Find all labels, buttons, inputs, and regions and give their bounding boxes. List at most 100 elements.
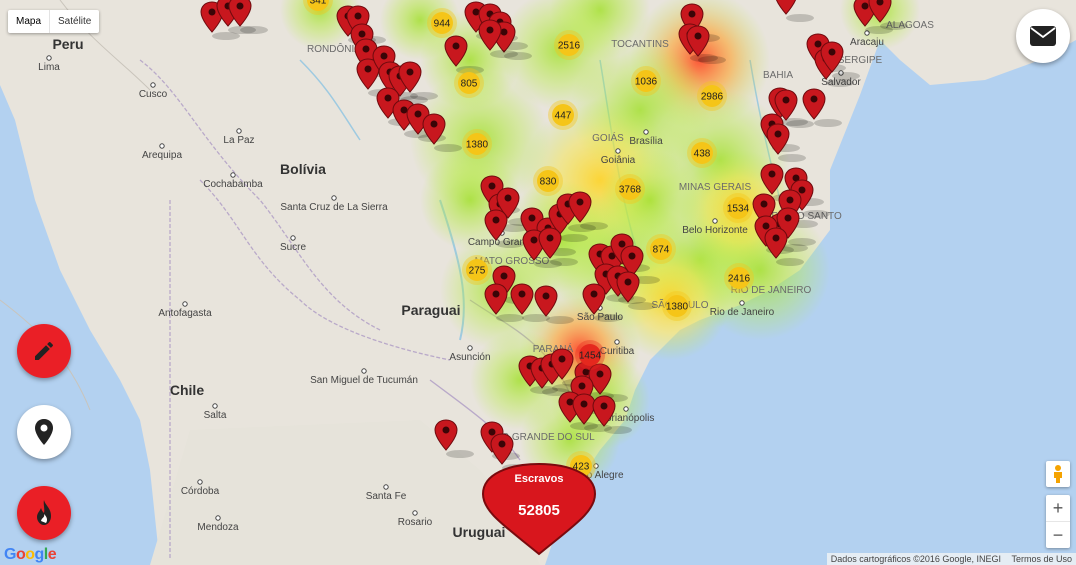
total-title: Escravos <box>514 473 564 485</box>
city-dot <box>712 218 718 224</box>
cluster-marker[interactable]: 874 <box>646 234 676 264</box>
edit-button[interactable] <box>17 324 71 378</box>
city-dot <box>331 195 337 201</box>
cluster-count: 830 <box>540 177 557 188</box>
cluster-count: 2986 <box>701 92 724 103</box>
city-label: Brasília <box>629 136 663 147</box>
country-label: Paraguai <box>401 302 460 318</box>
country-label: Bolívia <box>280 161 326 177</box>
map-type-map-button[interactable]: Mapa <box>8 10 49 33</box>
fire-button[interactable] <box>17 486 71 540</box>
street-view-pegman[interactable] <box>1046 461 1070 487</box>
city-label: Santa Cruz de La Sierra <box>280 202 388 213</box>
map-type-satellite-button[interactable]: Satélite <box>49 10 99 33</box>
city-dot <box>383 484 389 490</box>
total-badge[interactable]: Escravos 52805 <box>481 462 597 557</box>
state-label: RONDÔNIA <box>307 42 361 55</box>
city-dot <box>182 301 188 307</box>
city-dot <box>614 339 620 345</box>
city-label: Sucre <box>280 242 307 253</box>
city-dot <box>739 300 745 306</box>
location-button[interactable] <box>17 405 71 459</box>
cluster-count: 341 <box>310 0 327 7</box>
city-dot <box>643 129 649 135</box>
cluster-marker[interactable]: 1534 <box>723 193 753 223</box>
city-dot <box>236 128 242 134</box>
total-value: 52805 <box>518 502 560 519</box>
state-label: MINAS GERAIS <box>679 182 752 193</box>
terms-link[interactable]: Termos de Uso <box>1011 554 1072 564</box>
city-dot <box>615 148 621 154</box>
map-pin-icon <box>35 419 53 445</box>
cluster-count: 1534 <box>727 204 750 215</box>
city-label: Antofagasta <box>158 308 212 319</box>
city-dot <box>230 172 236 178</box>
cluster-count: 447 <box>555 111 572 122</box>
cluster-marker[interactable]: 1380 <box>662 291 692 321</box>
city-dot <box>467 345 473 351</box>
city-label: Goiânia <box>601 155 636 166</box>
zoom-in-button[interactable]: + <box>1046 495 1070 521</box>
city-label: Santa Fe <box>366 491 407 502</box>
cluster-marker[interactable]: 2416 <box>724 263 754 293</box>
city-dot <box>46 55 52 61</box>
cluster-count: 1380 <box>666 302 689 313</box>
cluster-count: 1380 <box>466 140 489 151</box>
cluster-marker[interactable]: 830 <box>533 166 563 196</box>
zoom-control: + − <box>1046 495 1070 548</box>
city-label: Salta <box>204 410 227 421</box>
city-dot <box>150 82 156 88</box>
city-label: Cochabamba <box>203 179 263 190</box>
cluster-marker[interactable]: 1380 <box>462 129 492 159</box>
google-logo[interactable]: Google <box>4 546 57 564</box>
city-label: La Paz <box>223 135 254 146</box>
cluster-count: 3768 <box>619 185 642 196</box>
cluster-marker[interactable]: 3768 <box>615 174 645 204</box>
cluster-marker[interactable]: 438 <box>687 138 717 168</box>
city-label: Cusco <box>139 89 168 100</box>
city-label: Rosario <box>398 517 433 528</box>
city-label: Mendoza <box>197 522 239 533</box>
cluster-count: 438 <box>694 149 711 160</box>
city-label: Curitiba <box>600 346 635 357</box>
cluster-marker[interactable]: 1454 <box>575 340 605 370</box>
flame-icon <box>37 500 51 525</box>
state-label: TOCANTINS <box>611 39 669 50</box>
city-label: Rio de Janeiro <box>710 307 775 318</box>
city-dot <box>212 403 218 409</box>
attribution: Dados cartográficos ©2016 Google, INEGI … <box>826 553 1076 565</box>
cluster-marker[interactable]: 805 <box>454 68 484 98</box>
city-dot <box>361 368 367 374</box>
cluster-count: 2416 <box>728 274 751 285</box>
state-label: BAHIA <box>763 70 793 81</box>
map-data-credit: Dados cartográficos ©2016 Google, INEGI <box>830 554 1001 564</box>
map-type-control: Mapa Satélite <box>8 10 100 33</box>
cluster-marker[interactable]: 2516 <box>554 30 584 60</box>
pegman-icon <box>1054 465 1062 483</box>
cluster-count: 1036 <box>635 77 658 88</box>
cluster-marker[interactable]: 2986 <box>697 81 727 111</box>
mail-button[interactable] <box>1016 9 1070 63</box>
city-label: San Miguel de Tucumán <box>310 375 418 386</box>
mail-icon <box>1030 26 1056 46</box>
cluster-marker[interactable]: 944 <box>427 8 457 38</box>
city-dot <box>412 510 418 516</box>
city-label: Lima <box>38 62 60 73</box>
country-label: Peru <box>52 36 83 52</box>
cluster-marker[interactable]: 1036 <box>631 66 661 96</box>
cluster-marker[interactable]: 275 <box>462 255 492 285</box>
city-label: Asunción <box>449 352 490 363</box>
cluster-count: 275 <box>469 266 486 277</box>
cluster-count: 1454 <box>579 351 602 362</box>
country-label: Chile <box>170 382 204 398</box>
city-dot <box>290 235 296 241</box>
state-label: SERGIPE <box>838 55 883 66</box>
city-dot <box>197 479 203 485</box>
state-label: GOIÁS <box>592 131 624 144</box>
city-label: Aracaju <box>850 37 884 48</box>
city-dot <box>159 143 165 149</box>
cluster-marker[interactable]: 447 <box>548 100 578 130</box>
zoom-out-button[interactable]: − <box>1046 521 1070 548</box>
city-label: Arequipa <box>142 150 182 161</box>
cluster-count: 805 <box>461 79 478 90</box>
